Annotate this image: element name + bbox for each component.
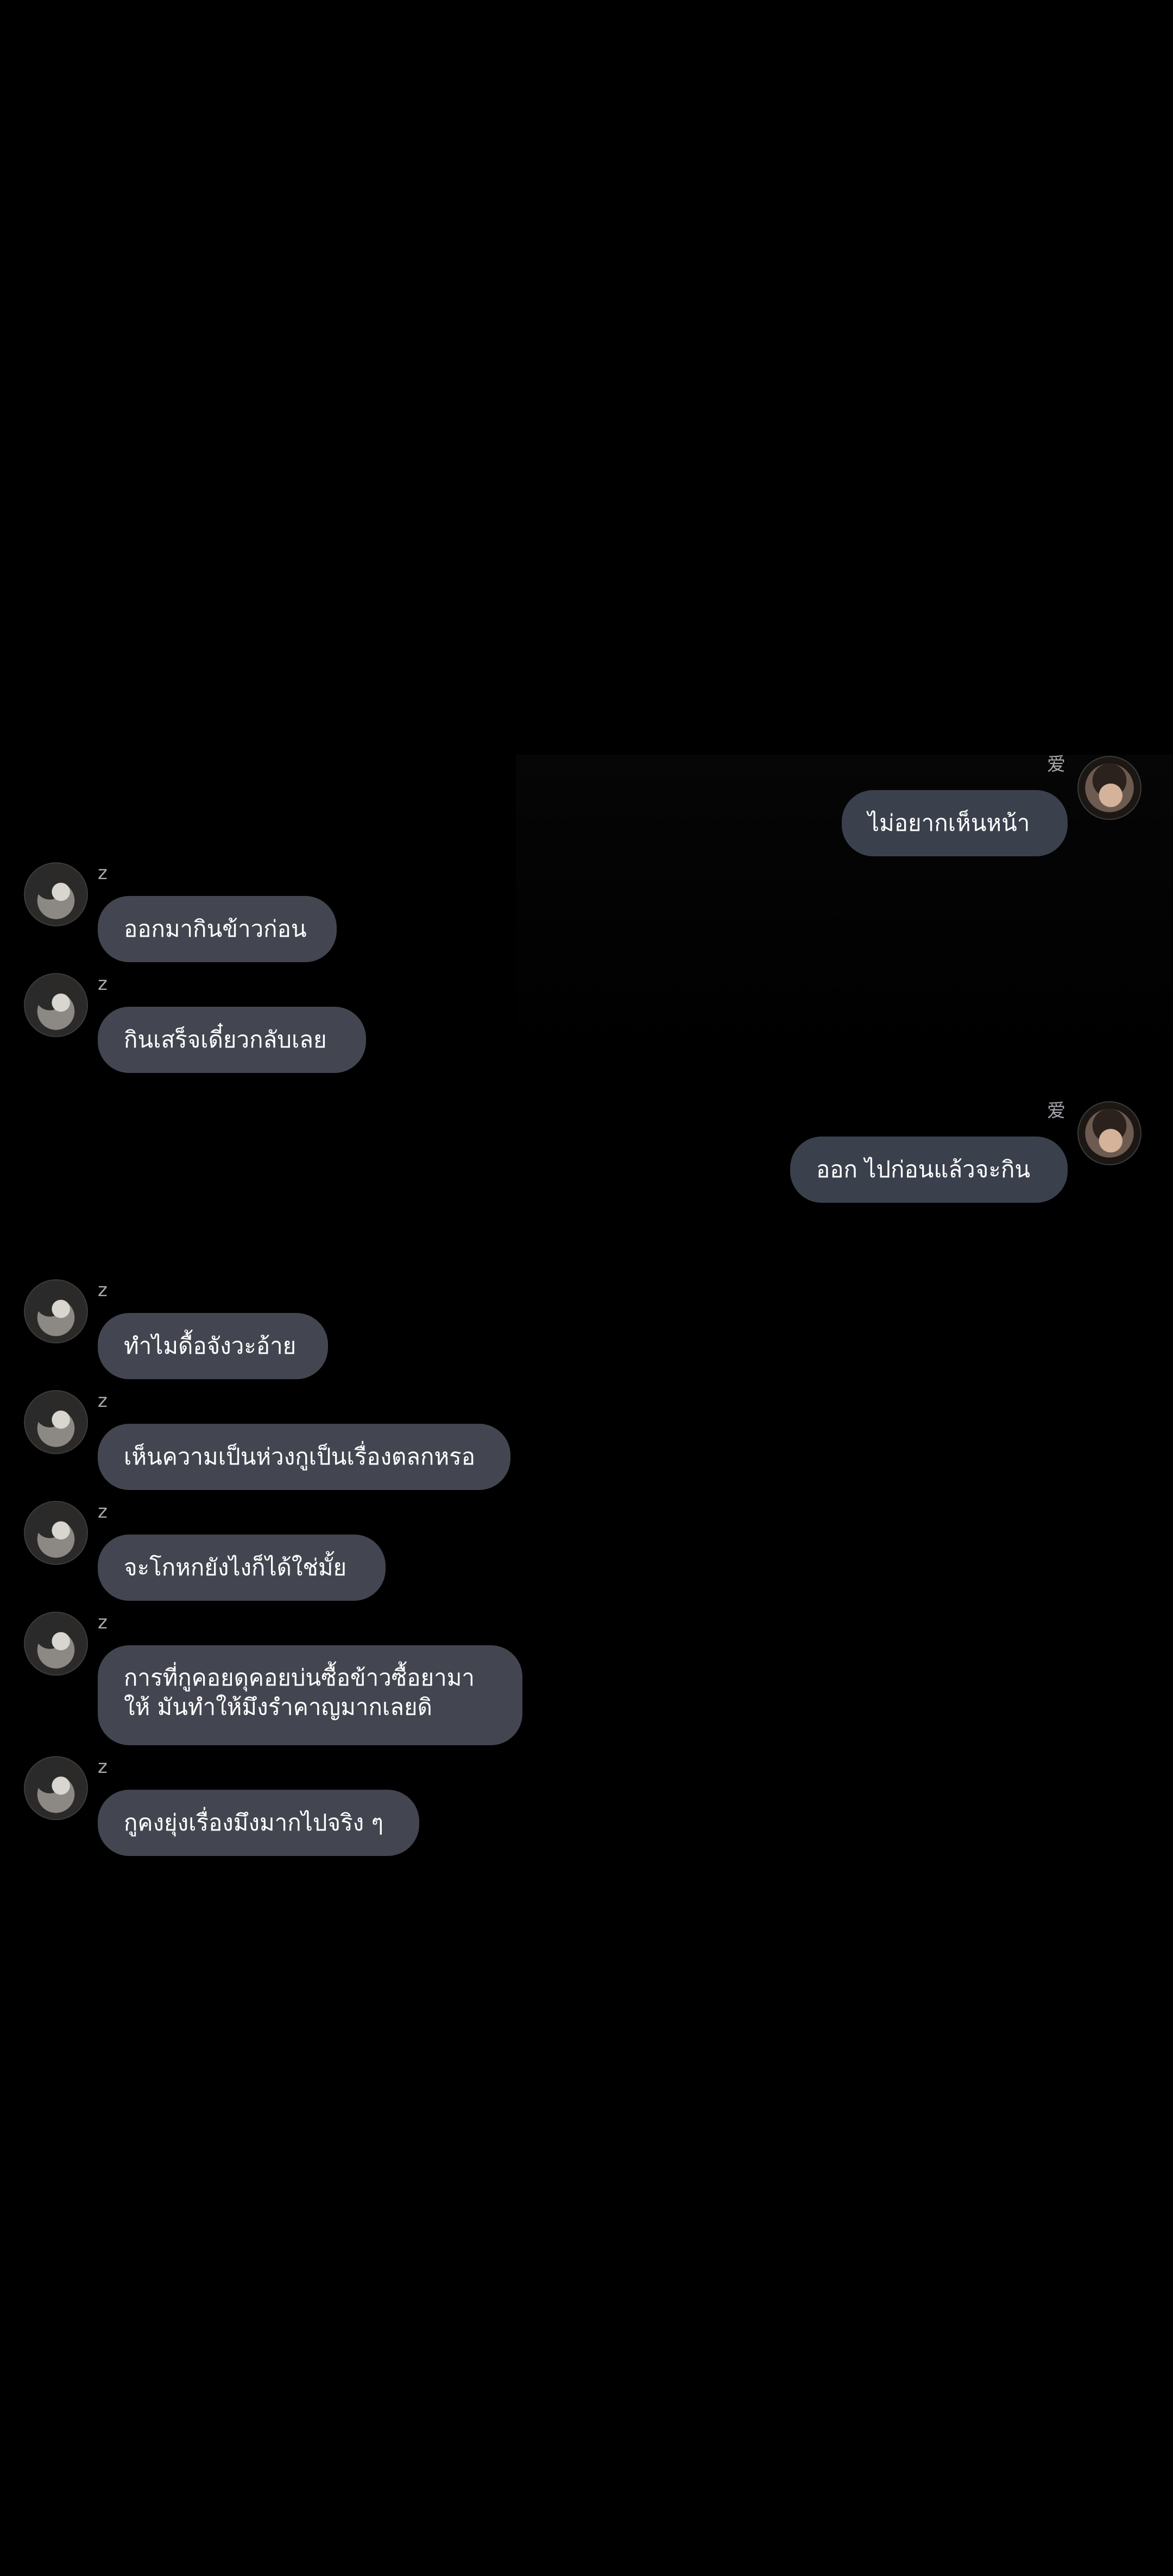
message-text: ไม่อยากเห็นหน้า <box>868 810 1030 836</box>
chat-window: 爱 ไม่อยากเห็นหน้า z ออกมากินข้าวก่อน z ก… <box>0 0 1173 2576</box>
avatar[interactable] <box>24 1756 88 1820</box>
message-bubble[interactable]: เห็นความเป็นห่วงกูเป็นเรื่องตลกหรอ <box>98 1424 510 1490</box>
message-bubble[interactable]: ออก ไปก่อนแล้วจะกิน <box>790 1137 1068 1203</box>
message-text-line: ให้ มันทำให้มึงรำคาญมากเลยดิ <box>124 1694 432 1720</box>
message-text: เห็นความเป็นห่วงกูเป็นเรื่องตลกหรอ <box>124 1443 475 1470</box>
message-text: จะโกหกยังไงก็ได้ใช่มั้ย <box>124 1554 347 1581</box>
message-text: ออก ไปก่อนแล้วจะกิน <box>816 1156 1031 1183</box>
sender-name: 爱 <box>1047 1100 1065 1122</box>
message-bubble[interactable]: ออกมากินข้าวก่อน <box>98 896 337 962</box>
message-bubble[interactable]: จะโกหกยังไงก็ได้ใช่มั้ย <box>98 1535 386 1601</box>
message-text: ออกมากินข้าวก่อน <box>124 916 307 942</box>
avatar[interactable] <box>1077 1101 1142 1165</box>
sender-name: z <box>98 1756 108 1778</box>
message-bubble[interactable]: กินเสร็จเดี๋ยวกลับเลย <box>98 1007 366 1073</box>
sender-name: z <box>98 1612 108 1633</box>
message-text: กินเสร็จเดี๋ยวกลับเลย <box>124 1026 327 1053</box>
message-text: ทำไมดื้อจังวะอ้าย <box>124 1333 297 1359</box>
avatar[interactable] <box>24 1390 88 1454</box>
avatar[interactable] <box>24 1501 88 1565</box>
background-shade <box>516 755 1173 1059</box>
sender-name: z <box>98 1501 108 1523</box>
avatar[interactable] <box>24 1612 88 1676</box>
avatar[interactable] <box>24 1279 88 1343</box>
sender-name: z <box>98 862 108 884</box>
message-text: กูคงยุ่งเรื่องมึงมากไปจริง ๆ <box>124 1809 384 1836</box>
message-bubble[interactable]: ไม่อยากเห็นหน้า <box>842 790 1068 856</box>
message-bubble[interactable]: ทำไมดื้อจังวะอ้าย <box>98 1313 328 1379</box>
message-bubble[interactable]: การที่กูคอยดุคอยบ่นซื้อข้าวซื้อยามา ให้ … <box>98 1645 522 1745</box>
avatar[interactable] <box>24 862 88 926</box>
sender-name: 爱 <box>1047 754 1065 775</box>
sender-name: z <box>98 973 108 995</box>
sender-name: z <box>98 1279 108 1301</box>
sender-name: z <box>98 1390 108 1412</box>
message-text-line: การที่กูคอยดุคอยบ่นซื้อข้าวซื้อยามา <box>124 1664 475 1691</box>
avatar[interactable] <box>24 973 88 1037</box>
message-bubble[interactable]: กูคงยุ่งเรื่องมึงมากไปจริง ๆ <box>98 1790 419 1856</box>
avatar[interactable] <box>1077 756 1142 820</box>
